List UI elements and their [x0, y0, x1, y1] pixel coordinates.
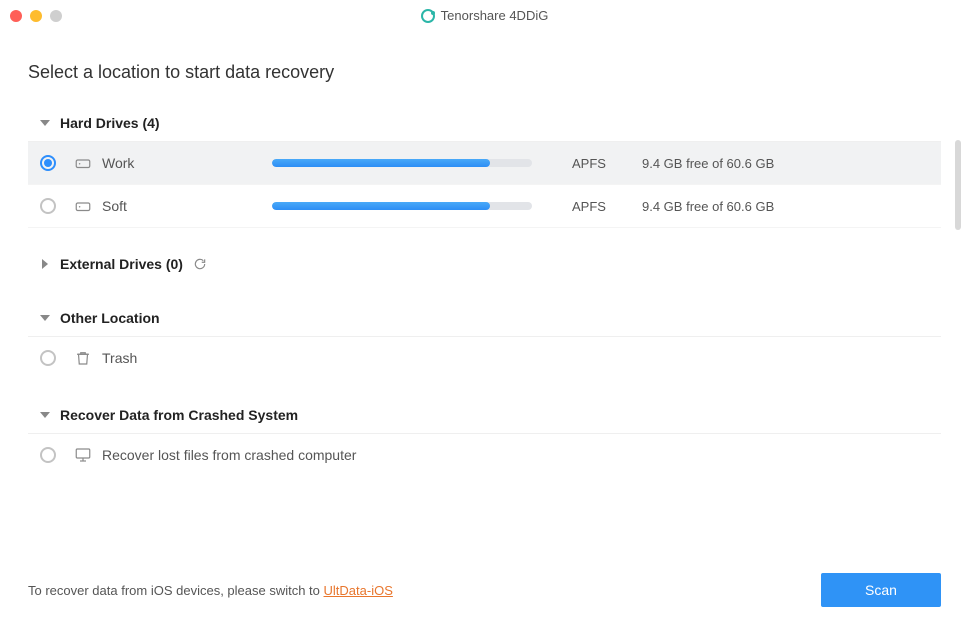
page-title: Select a location to start data recovery — [28, 62, 941, 83]
chevron-down-icon — [40, 118, 50, 128]
external-drives-label: External Drives (0) — [60, 256, 183, 272]
usage-bar — [272, 202, 532, 210]
filesystem-type: APFS — [572, 199, 642, 214]
external-drives-header[interactable]: External Drives (0) — [28, 246, 941, 282]
usage-fill — [272, 159, 490, 167]
disk-icon — [74, 197, 92, 215]
drive-row[interactable]: Work APFS 9.4 GB free of 60.6 GB — [28, 142, 941, 185]
app-title-text: Tenorshare 4DDiG — [441, 8, 549, 23]
crashed-item-name: Recover lost files from crashed computer — [102, 447, 356, 463]
location-row[interactable]: Trash — [28, 337, 941, 379]
refresh-icon[interactable] — [193, 257, 207, 271]
crashed-system-section: Recover Data from Crashed System Recover… — [28, 397, 941, 476]
usage-bar — [272, 159, 532, 167]
radio-selected-icon[interactable] — [40, 155, 56, 171]
footer: To recover data from iOS devices, please… — [0, 573, 969, 607]
ultdata-ios-link[interactable]: UltData-iOS — [324, 583, 393, 598]
drive-row[interactable]: Soft APFS 9.4 GB free of 60.6 GB — [28, 185, 941, 228]
radio-unselected-icon[interactable] — [40, 447, 56, 463]
footer-text: To recover data from iOS devices, please… — [28, 583, 393, 598]
radio-unselected-icon[interactable] — [40, 198, 56, 214]
footer-prefix: To recover data from iOS devices, please… — [28, 583, 324, 598]
hard-drives-section: Hard Drives (4) Work APFS 9.4 GB free of… — [28, 105, 941, 228]
close-icon[interactable] — [10, 10, 22, 22]
crashed-row[interactable]: Recover lost files from crashed computer — [28, 434, 941, 476]
drive-name: Work — [102, 155, 272, 171]
maximize-icon[interactable] — [50, 10, 62, 22]
app-title: Tenorshare 4DDiG — [421, 8, 549, 23]
free-space-text: 9.4 GB free of 60.6 GB — [642, 156, 774, 171]
scrollbar[interactable] — [955, 140, 961, 230]
hard-drives-label: Hard Drives (4) — [60, 115, 160, 131]
other-location-header[interactable]: Other Location — [28, 300, 941, 337]
drive-name: Soft — [102, 198, 272, 214]
window-controls — [10, 10, 62, 22]
chevron-down-icon — [40, 313, 50, 323]
crashed-system-label: Recover Data from Crashed System — [60, 407, 298, 423]
trash-icon — [74, 349, 92, 367]
monitor-icon — [74, 446, 92, 464]
chevron-down-icon — [40, 410, 50, 420]
external-drives-section: External Drives (0) — [28, 246, 941, 282]
location-name: Trash — [102, 350, 272, 366]
titlebar: Tenorshare 4DDiG — [0, 0, 969, 32]
radio-unselected-icon[interactable] — [40, 350, 56, 366]
free-space-text: 9.4 GB free of 60.6 GB — [642, 199, 774, 214]
chevron-right-icon — [40, 259, 50, 269]
disk-icon — [74, 154, 92, 172]
minimize-icon[interactable] — [30, 10, 42, 22]
scan-button[interactable]: Scan — [821, 573, 941, 607]
usage-fill — [272, 202, 490, 210]
other-location-section: Other Location Trash — [28, 300, 941, 379]
other-location-label: Other Location — [60, 310, 160, 326]
crashed-system-header[interactable]: Recover Data from Crashed System — [28, 397, 941, 434]
hard-drives-header[interactable]: Hard Drives (4) — [28, 105, 941, 142]
app-logo-icon — [421, 9, 435, 23]
filesystem-type: APFS — [572, 156, 642, 171]
